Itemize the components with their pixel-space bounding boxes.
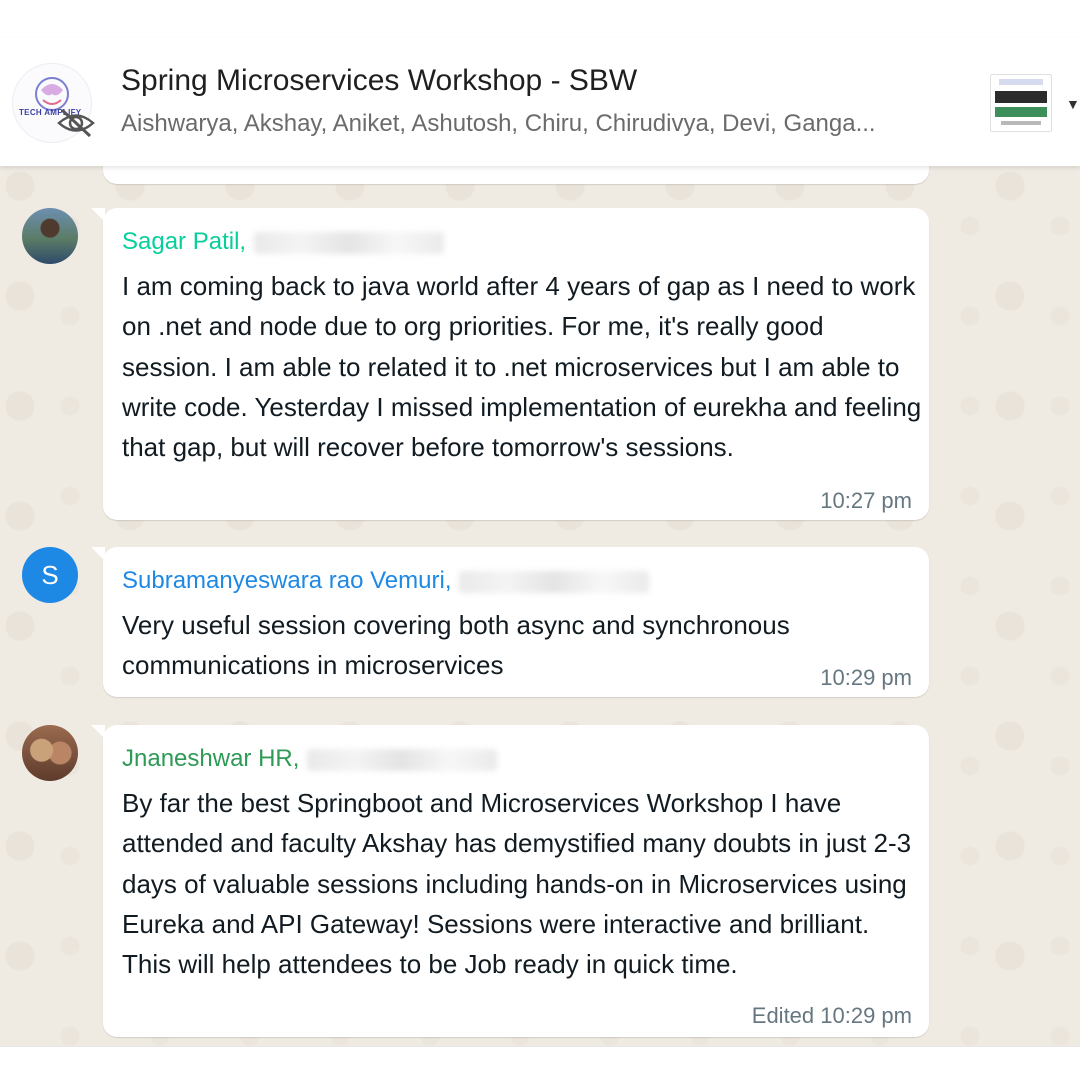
message-time: 10:27 pm bbox=[820, 488, 912, 513]
message-bubble-previous bbox=[103, 166, 929, 184]
message-bubble[interactable]: Jnaneshwar HR, By far the best Springboo… bbox=[91, 725, 929, 1037]
avatar[interactable] bbox=[22, 725, 78, 781]
message-text: By far the best Springboot and Microserv… bbox=[122, 788, 912, 980]
avatar-letter: S bbox=[41, 560, 59, 590]
top-strip bbox=[0, 0, 1080, 39]
message-text: I am coming back to java world after 4 y… bbox=[122, 271, 922, 463]
sender-name: Subramanyeswara rao Vemuri, bbox=[122, 567, 452, 594]
bottom-strip bbox=[0, 1046, 1080, 1081]
message-time: Edited 10:29 pm bbox=[751, 1003, 912, 1028]
chat-header[interactable]: TECH AMPLIFY Spring Microservices Worksh… bbox=[0, 38, 1080, 166]
group-members[interactable]: Aishwarya, Akshay, Aniket, Ashutosh, Chi… bbox=[121, 110, 921, 138]
message-time: 10:29 pm bbox=[820, 665, 912, 690]
sender-name: Sagar Patil, bbox=[122, 228, 247, 255]
chat-area: Sagar Patil, I am coming back to java wo… bbox=[0, 166, 1080, 1046]
message-text: Very useful session covering both async … bbox=[122, 610, 790, 681]
redacted-phone bbox=[254, 231, 445, 254]
redacted-phone bbox=[459, 570, 650, 593]
message-sender[interactable]: Jnaneshwar HR, bbox=[122, 745, 498, 773]
eye-off-icon bbox=[57, 108, 95, 138]
shared-media-thumbnail[interactable] bbox=[990, 74, 1052, 132]
message-sender[interactable]: Sagar Patil, bbox=[122, 228, 445, 256]
message-bubble[interactable]: Sagar Patil, I am coming back to java wo… bbox=[91, 208, 929, 520]
caret-down-icon[interactable]: ▼ bbox=[1066, 96, 1080, 112]
avatar[interactable]: S bbox=[22, 547, 78, 603]
message-bubble[interactable]: Subramanyeswara rao Vemuri, Very useful … bbox=[91, 547, 929, 697]
sender-name: Jnaneshwar HR, bbox=[122, 745, 300, 772]
message-sender[interactable]: Subramanyeswara rao Vemuri, bbox=[122, 567, 650, 595]
redacted-phone bbox=[307, 748, 498, 771]
avatar[interactable] bbox=[22, 208, 78, 264]
group-title[interactable]: Spring Microservices Workshop - SBW bbox=[121, 64, 637, 98]
